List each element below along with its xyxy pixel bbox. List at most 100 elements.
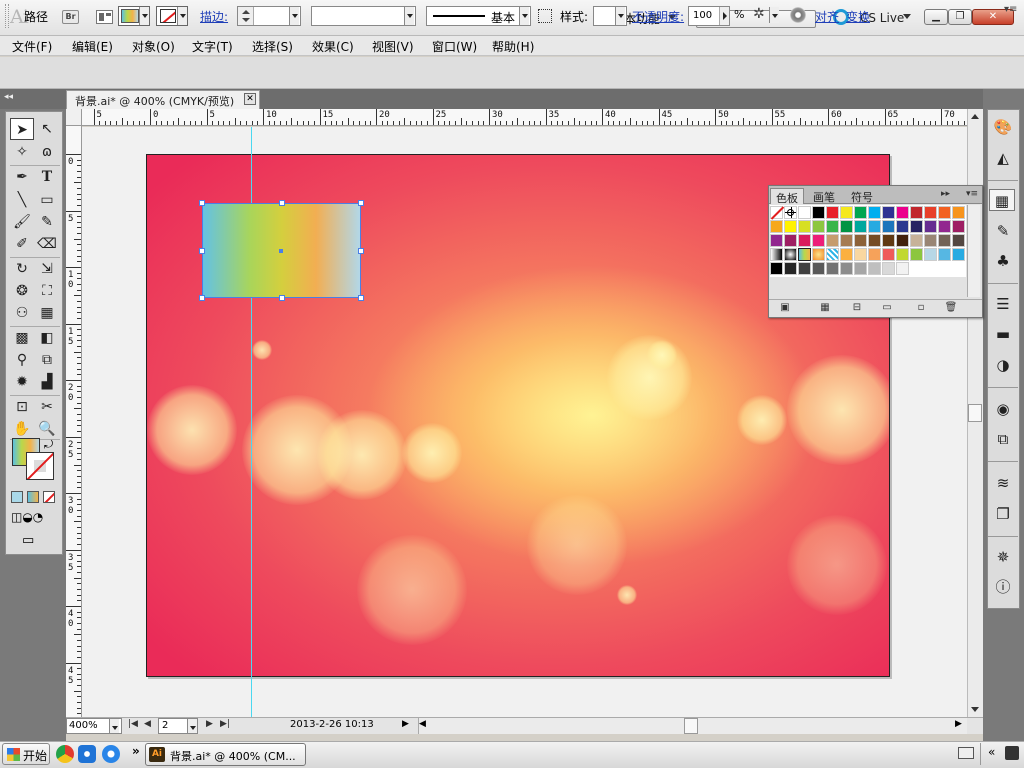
swatch[interactable]: [784, 248, 797, 261]
swatch[interactable]: [896, 234, 909, 247]
stroke-weight-field[interactable]: [237, 6, 301, 26]
menu-effect[interactable]: 效果(C): [312, 38, 354, 55]
pen-tool-icon[interactable]: ✒: [10, 166, 34, 188]
opacity-panel-link[interactable]: 不透明度:: [632, 8, 684, 25]
color-mode-icon[interactable]: [11, 491, 23, 503]
swatch[interactable]: [924, 248, 937, 261]
close-tab-button[interactable]: ✕: [244, 93, 256, 105]
stepper-icon[interactable]: [238, 7, 254, 25]
warp-tool-icon[interactable]: ❂: [10, 280, 34, 302]
last-artboard-icon[interactable]: ▶|: [220, 719, 230, 729]
selection-tool-icon[interactable]: ➤: [10, 118, 34, 140]
chevron-down-icon[interactable]: [289, 7, 299, 25]
eyedropper-tool-icon[interactable]: ⚲: [10, 349, 34, 371]
screen-mode-icon[interactable]: ▭: [22, 533, 46, 549]
grip-handle[interactable]: [5, 4, 9, 28]
fill-stroke-widget[interactable]: ⤾: [12, 438, 64, 488]
chevron-down-icon[interactable]: [519, 7, 529, 25]
chevron-down-icon[interactable]: [187, 719, 197, 733]
bounding-box-handle[interactable]: [199, 295, 205, 301]
tab-swatches[interactable]: 色板: [770, 188, 804, 205]
tab-brushes[interactable]: 画笔: [808, 188, 840, 204]
shape-builder-tool-icon[interactable]: ⚇: [10, 302, 34, 324]
bounding-box-handle[interactable]: [199, 248, 205, 254]
swatch[interactable]: [826, 262, 839, 275]
swatch-library-icon[interactable]: ▣: [778, 302, 792, 314]
swatch[interactable]: [770, 248, 783, 261]
swatch[interactable]: [868, 248, 881, 261]
internet-explorer-icon[interactable]: [102, 745, 120, 763]
scroll-left-button[interactable]: ◀: [419, 719, 426, 729]
swatch[interactable]: [896, 220, 909, 233]
swatch[interactable]: [826, 206, 839, 219]
menu-select[interactable]: 选择(S): [252, 38, 293, 55]
ruler-origin[interactable]: [66, 109, 82, 126]
swatch[interactable]: [882, 262, 895, 275]
zoom-tool-icon[interactable]: 🔍: [35, 418, 59, 440]
bounding-box-handle[interactable]: [199, 200, 205, 206]
bounding-box-handle[interactable]: [358, 200, 364, 206]
swatches-icon[interactable]: ▦: [989, 189, 1015, 211]
graphic-styles-icon[interactable]: ⧉: [992, 428, 1014, 450]
swatch[interactable]: [812, 234, 825, 247]
swatch[interactable]: [868, 234, 881, 247]
tab-symbols[interactable]: 符号: [846, 188, 878, 204]
scroll-up-button[interactable]: [968, 110, 982, 124]
swatch[interactable]: [924, 220, 937, 233]
swatch[interactable]: [826, 234, 839, 247]
swatch[interactable]: [910, 248, 923, 261]
scroll-down-button[interactable]: [968, 703, 982, 717]
swatch[interactable]: [784, 234, 797, 247]
menu-help[interactable]: 帮助(H): [492, 38, 534, 55]
swatch[interactable]: [896, 248, 909, 261]
drawing-modes-icon[interactable]: ◫◒◔: [11, 510, 55, 526]
first-artboard-icon[interactable]: |◀: [128, 719, 138, 729]
swatch[interactable]: [952, 206, 965, 219]
swatch[interactable]: [770, 220, 783, 233]
swatch[interactable]: [784, 262, 797, 275]
artboard-tool-icon[interactable]: ⊡: [10, 396, 34, 418]
menu-window[interactable]: 窗口(W): [432, 38, 477, 55]
horizontal-ruler[interactable]: 5 0 5 10 15 20 25 30 35 40 45 50 55 60 65 70: [82, 109, 967, 126]
swatch[interactable]: [840, 206, 853, 219]
chevron-down-icon[interactable]: [769, 7, 779, 23]
artboards-icon[interactable]: ❐: [992, 503, 1014, 525]
network-icon[interactable]: [1005, 746, 1019, 760]
swatch[interactable]: [938, 234, 951, 247]
trash-icon[interactable]: 🗑: [944, 302, 958, 314]
swatch[interactable]: [812, 248, 825, 261]
swatch[interactable]: [784, 206, 797, 219]
swatch[interactable]: [784, 220, 797, 233]
direct-selection-tool-icon[interactable]: ↖: [35, 118, 59, 140]
swatch[interactable]: [854, 262, 867, 275]
vertical-scroll-thumb[interactable]: [968, 404, 982, 422]
swatch[interactable]: [826, 220, 839, 233]
new-swatch-icon[interactable]: ▫: [914, 302, 928, 314]
scale-tool-icon[interactable]: ⇲: [35, 258, 59, 280]
chevron-down-icon[interactable]: [404, 7, 414, 25]
swatch[interactable]: [840, 248, 853, 261]
menu-type[interactable]: 文字(T): [192, 38, 233, 55]
brushes-icon[interactable]: ✎: [992, 220, 1014, 242]
swatch[interactable]: [840, 220, 853, 233]
chevron-down-icon[interactable]: [903, 14, 911, 19]
swatch[interactable]: [840, 262, 853, 275]
chevron-right-icon[interactable]: [719, 7, 729, 25]
line-tool-icon[interactable]: ╲: [10, 189, 34, 211]
taskbar-item-illustrator[interactable]: 背景.ai* @ 400% (CM...: [145, 743, 306, 766]
swatch[interactable]: [882, 234, 895, 247]
opacity-field[interactable]: 100: [688, 6, 730, 26]
swatch[interactable]: [910, 220, 923, 233]
info-icon[interactable]: ⓘ: [992, 576, 1014, 598]
transform-panel-link[interactable]: 变换: [846, 8, 870, 25]
paintbrush-tool-icon[interactable]: 🖌: [10, 211, 34, 233]
stroke-color-picker[interactable]: [156, 6, 188, 26]
keyboard-icon[interactable]: [958, 747, 974, 759]
scroll-right-button[interactable]: ▶: [955, 719, 962, 729]
swatch[interactable]: [910, 234, 923, 247]
swatch[interactable]: [812, 262, 825, 275]
graphic-style-picker[interactable]: [593, 6, 627, 26]
column-graph-tool-icon[interactable]: ▟: [35, 371, 59, 393]
swatch[interactable]: [854, 220, 867, 233]
puppet-icon[interactable]: [753, 6, 779, 25]
